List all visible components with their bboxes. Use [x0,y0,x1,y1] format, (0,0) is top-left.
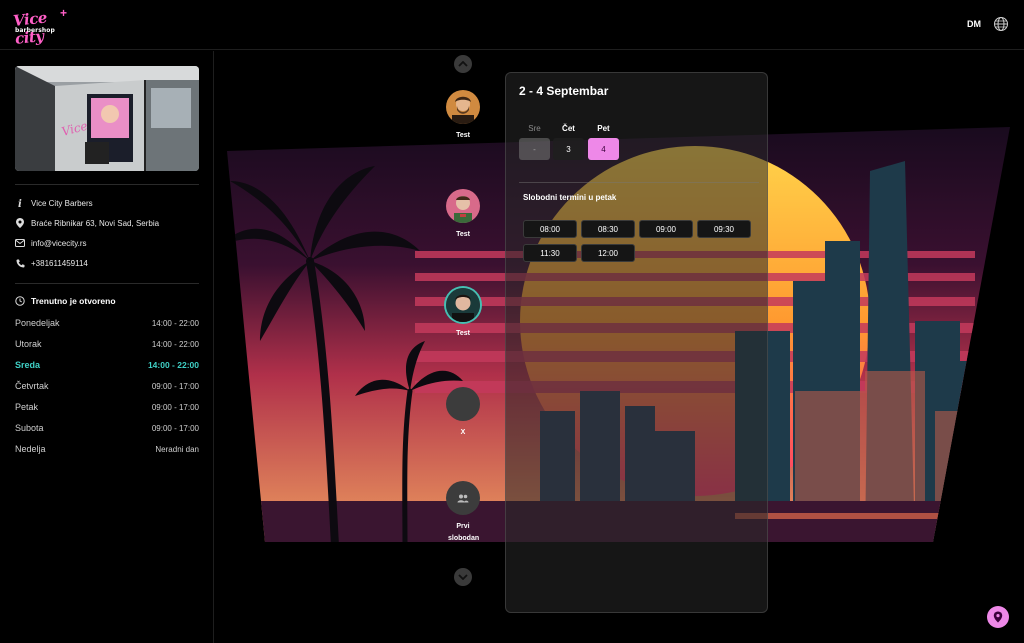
barber-option-selected[interactable]: Test [433,288,493,340]
hours-row-monday: Ponedeljak 14:00 - 22:00 [15,316,199,330]
time-slot[interactable]: 09:00 [639,220,693,238]
barber-name: X [460,429,466,436]
time-slot[interactable]: 11:30 [523,244,577,262]
barber-name: Prvi slobodan [448,523,480,542]
barber-name: Test [456,330,470,337]
clock-icon [15,296,25,306]
info-icon: i [15,198,25,208]
email-row[interactable]: info@vicecity.rs [15,235,87,251]
barber-option[interactable]: X [433,387,493,439]
shop-name: Vice City Barbers [31,198,93,208]
logo[interactable]: Vice city + barbershop [12,6,70,48]
day-option[interactable]: Čet 3 [553,124,584,160]
booking-panel: 2 - 4 Septembar Sre - Čet 3 Pet 4 Slobod… [505,72,768,613]
day-name: Sre [528,124,541,133]
open-status: Trenutno je otvoreno [15,296,116,306]
day-name: Pet [597,124,610,133]
hours-day: Sreda [15,360,41,370]
barber-option[interactable]: Test [433,90,493,142]
group-icon [446,481,480,515]
barber-name: Test [456,231,470,238]
time-slot[interactable]: 08:00 [523,220,577,238]
day-button[interactable]: 4 [588,138,619,160]
hours-time: 09:00 - 17:00 [151,423,199,433]
day-button: - [519,138,550,160]
hours-row-tuesday: Utorak 14:00 - 22:00 [15,337,199,351]
map-pin-icon [993,611,1003,623]
chevron-down-icon [458,574,468,580]
chevron-up-icon [458,61,468,67]
time-slot[interactable]: 12:00 [581,244,635,262]
hours-row-saturday: Subota 09:00 - 17:00 [15,421,199,435]
logo-subtext: barbershop [15,27,55,34]
hours-time: 14:00 - 22:00 [151,318,199,328]
globe-icon[interactable] [993,16,1009,32]
panel-divider [519,182,759,183]
shop-name-row: i Vice City Barbers [15,195,93,211]
sidebar-divider [15,184,199,185]
hours-row-thursday: Četvrtak 09:00 - 17:00 [15,379,199,393]
hours-day: Utorak [15,339,42,349]
hours-time: 09:00 - 17:00 [151,402,199,412]
address: Braće Ribnikar 63, Novi Sad, Serbia [31,218,160,228]
hours-time: 14:00 - 22:00 [151,339,199,349]
barber-avatar [446,189,480,223]
hours-day: Subota [15,423,44,433]
address-row[interactable]: Braće Ribnikar 63, Novi Sad, Serbia [15,215,159,231]
barber-name: Test [456,132,470,139]
day-name: Čet [562,124,575,133]
top-bar: Vice city + barbershop DM [0,0,1024,50]
email: info@vicecity.rs [31,238,87,248]
phone-row[interactable]: +381611459114 [15,255,88,271]
sidebar: Vice i Vice City Barbers Braće Ribnikar … [0,51,214,643]
open-status-label: Trenutno je otvoreno [31,296,116,306]
phone-icon [15,258,25,268]
svg-text:i: i [18,199,22,208]
time-slot[interactable]: 09:30 [697,220,751,238]
hours-row-wednesday: Sreda 14:00 - 22:00 [15,358,199,372]
day-option-active[interactable]: Pet 4 [588,124,619,160]
barber-avatar [446,288,480,322]
hours-time: 09:00 - 17:00 [151,381,199,391]
sidebar-divider [15,283,199,284]
hours-day: Petak [15,402,39,412]
hours-day: Ponedeljak [15,318,60,328]
hours-row-sunday: Nedelja Neradni dan [15,442,199,456]
hours-time: Neradni dan [155,444,199,454]
day-button[interactable]: 3 [553,138,584,160]
barber-option-any[interactable]: Prvi slobodan [433,481,493,545]
shop-photo: Vice [15,66,199,171]
map-button[interactable] [987,606,1009,628]
language-selector[interactable]: DM [967,19,981,29]
hours-time: 14:00 - 22:00 [147,360,199,370]
phone: +381611459114 [31,258,88,268]
scroll-down-button[interactable] [454,568,472,586]
barber-avatar-placeholder [446,387,480,421]
hours-day: Četvrtak [15,381,49,391]
hours-row-friday: Petak 09:00 - 17:00 [15,400,199,414]
free-slots-title: Slobodni termini u petak [523,193,617,202]
location-pin-icon [15,218,25,228]
hours-day: Nedelja [15,444,46,454]
logo-plus: + [60,6,68,20]
barber-option[interactable]: Test [433,189,493,241]
scroll-up-button[interactable] [454,55,472,73]
barber-avatar [446,90,480,124]
mail-icon [15,238,25,248]
time-slot[interactable]: 08:30 [581,220,635,238]
date-range-title: 2 - 4 Septembar [519,84,609,98]
day-option-disabled: Sre - [519,124,550,160]
